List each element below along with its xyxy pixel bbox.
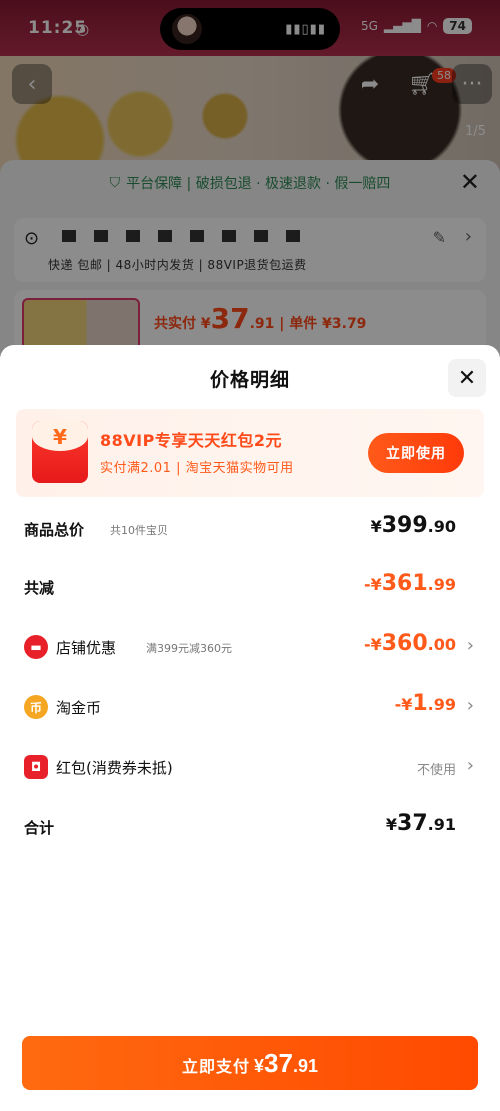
currency: ¥	[254, 1056, 265, 1076]
close-icon: ✕	[457, 365, 477, 391]
coins-label: 淘金币	[56, 699, 102, 717]
amount-int: 37	[397, 811, 428, 836]
price-detail-sheet: 价格明细 ✕ ¥ 88VIP专享天天红包2元 实付满2.01 | 淘宝天猫实物可…	[0, 345, 500, 1111]
shop-icon: ▬	[24, 635, 48, 659]
amount-dec: .91	[292, 1056, 318, 1076]
coins-amount: -¥1.99	[395, 691, 456, 716]
amount-dec: .91	[427, 815, 456, 834]
chevron-right-icon: ›	[466, 695, 474, 716]
vip-redpacket-banner: ¥ 88VIP专享天天红包2元 实付满2.01 | 淘宝天猫实物可用 立即使用	[16, 409, 484, 497]
row-shop-discount[interactable]: ▬ 店铺优惠 满399元减360元 -¥360.00 ›	[0, 627, 500, 667]
promo-title: 88VIP专享天天红包2元	[100, 431, 282, 450]
chevron-right-icon: ›	[466, 755, 474, 776]
amount-int: 361	[381, 571, 428, 596]
shop-discount-label: 店铺优惠	[56, 639, 117, 657]
currency: -¥	[363, 575, 382, 594]
row-red-packet[interactable]: ◘ 红包(消费券未抵) 不使用 ›	[0, 747, 500, 787]
currency: ¥	[385, 815, 398, 834]
red-envelope-icon: ¥	[32, 421, 88, 483]
row-sum: 合计 ¥37.91	[0, 807, 500, 847]
red-packet-label: 红包(消费券未抵)	[56, 759, 173, 777]
shop-discount-rule: 满399元减360元	[146, 642, 232, 655]
reduced-label: 共减	[24, 579, 55, 597]
amount-int: 399	[381, 513, 428, 538]
row-goods-total: 商品总价 共10件宝贝 ¥399.90	[0, 509, 500, 549]
red-envelope-icon: ◘	[24, 755, 48, 779]
amount-dec: .00	[427, 635, 456, 654]
amount-dec: .99	[427, 575, 456, 594]
red-packet-status: 不使用	[416, 763, 456, 778]
currency: -¥	[394, 695, 413, 714]
amount-int: 360	[381, 631, 428, 656]
pay-label: 立即支付	[182, 1059, 251, 1076]
currency: -¥	[363, 635, 382, 654]
sum-amount: ¥37.91	[386, 811, 456, 836]
sheet-title: 价格明细	[209, 369, 290, 391]
promo-subtitle: 实付满2.01 | 淘宝天猫实物可用	[100, 461, 294, 476]
row-taojinbi[interactable]: 币 淘金币 -¥1.99 ›	[0, 687, 500, 727]
amount-int: 37	[264, 1048, 293, 1078]
sum-label: 合计	[24, 819, 55, 837]
pay-now-button[interactable]: 立即支付 ¥37.91	[22, 1036, 478, 1090]
row-total-reduced: 共减 -¥361.99	[0, 567, 500, 607]
coin-icon: 币	[24, 695, 48, 719]
shop-discount-amount: -¥360.00	[364, 631, 456, 656]
amount-dec: .90	[427, 517, 456, 536]
close-button[interactable]: ✕	[448, 359, 486, 397]
use-now-button[interactable]: 立即使用	[368, 433, 464, 473]
goods-count: 共10件宝贝	[110, 524, 168, 537]
currency: ¥	[370, 517, 382, 536]
reduced-amount: -¥361.99	[364, 571, 456, 596]
amount-dec: .99	[427, 695, 456, 714]
amount-int: 1	[412, 691, 428, 716]
chevron-right-icon: ›	[466, 635, 474, 656]
goods-total-amount: ¥399.90	[371, 513, 456, 538]
goods-total-label: 商品总价	[24, 521, 85, 539]
